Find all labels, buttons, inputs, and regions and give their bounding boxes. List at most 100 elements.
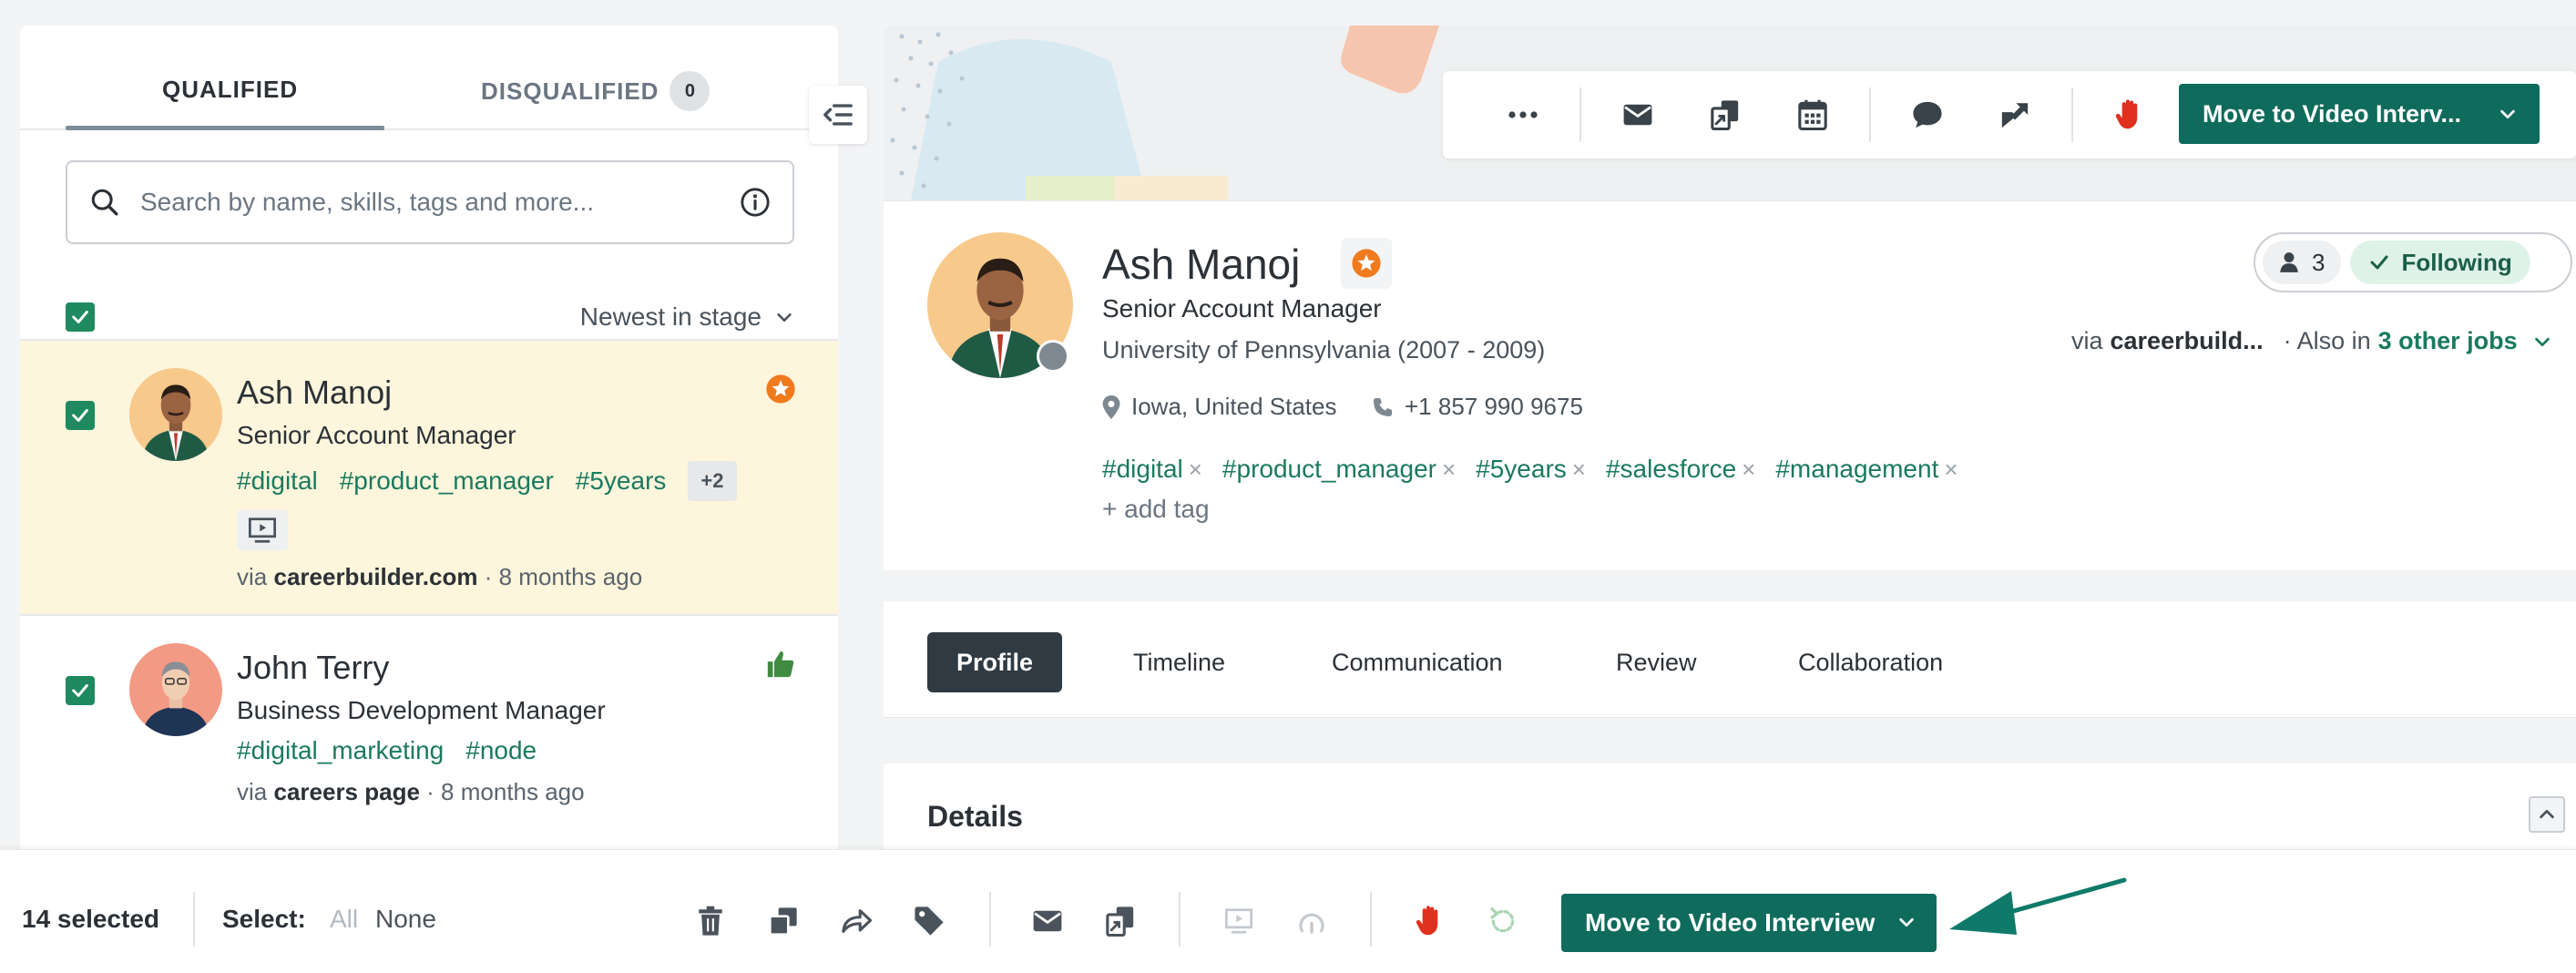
tab-disqualified-label: DISQUALIFIED xyxy=(481,77,659,105)
candidate-source: via careerbuilder.com · 8 months ago xyxy=(237,563,838,591)
bar-divider xyxy=(193,892,195,947)
tab-review[interactable]: Review xyxy=(1616,632,1697,692)
tab-communication[interactable]: Communication xyxy=(1332,632,1503,692)
bulk-tag-button[interactable] xyxy=(904,896,955,947)
details-title: Details xyxy=(927,800,1023,833)
add-tag-button[interactable]: + add tag xyxy=(1102,495,1210,524)
collapse-panel-button[interactable] xyxy=(809,86,867,144)
tab-timeline[interactable]: Timeline xyxy=(1133,632,1225,692)
chevron-down-icon xyxy=(777,312,792,322)
location-pin-icon xyxy=(1102,394,1120,419)
remove-tag-icon[interactable]: × xyxy=(1442,456,1456,484)
more-actions-button[interactable] xyxy=(1479,87,1567,142)
phone-text: +1 857 990 9675 xyxy=(1405,393,1583,420)
sort-dropdown[interactable]: Newest in stage xyxy=(580,302,794,332)
select-none-link[interactable]: None xyxy=(375,905,436,934)
tag[interactable]: #node xyxy=(465,736,537,765)
candidate-title: Senior Account Manager xyxy=(237,421,516,449)
profile-tag[interactable]: #salesforce × xyxy=(1606,455,1755,484)
email-button[interactable] xyxy=(1594,87,1682,142)
bulk-copy-to-job-button[interactable] xyxy=(1095,896,1146,947)
remove-tag-icon[interactable]: × xyxy=(1944,456,1958,484)
bar-divider xyxy=(1179,892,1181,947)
bulk-actions-bar: 14 selected Select: All None Move to Vid… xyxy=(0,849,2576,973)
tab-qualified[interactable]: QUALIFIED xyxy=(162,76,298,104)
tab-disqualified[interactable]: DISQUALIFIED 0 xyxy=(481,71,710,111)
via-prefix: via xyxy=(237,563,268,590)
via-source: careers page xyxy=(273,778,420,805)
tag[interactable]: #5years xyxy=(576,466,667,496)
copy-icon xyxy=(1711,100,1739,130)
profile-tag[interactable]: #digital × xyxy=(1102,455,1202,484)
chevron-up-icon xyxy=(2540,809,2554,819)
disqualify-button[interactable] xyxy=(2086,87,2173,142)
chevron-down-icon[interactable] xyxy=(2532,332,2552,352)
schedule-button[interactable] xyxy=(1769,87,1856,142)
other-jobs-link[interactable]: 3 other jobs xyxy=(2378,327,2518,355)
tag-label: #salesforce xyxy=(1605,455,1737,483)
chevron-down-icon[interactable] xyxy=(2498,104,2518,124)
tag-label: #5years xyxy=(1476,455,1567,483)
candidate-tags: #digital_marketing #node xyxy=(237,736,838,765)
also-in-label: · Also in xyxy=(2283,327,2371,354)
tab-collaboration[interactable]: Collaboration xyxy=(1798,632,1943,692)
bulk-forward-button[interactable] xyxy=(831,896,882,947)
copy-to-job-button[interactable] xyxy=(1682,87,1769,142)
move-stage-button[interactable]: Move to Video Interv... xyxy=(2179,84,2540,144)
candidate-list-panel: QUALIFIED DISQUALIFIED 0 Newest in stage xyxy=(20,26,838,856)
stage-tabs: QUALIFIED DISQUALIFIED 0 xyxy=(20,26,838,130)
profile-tag[interactable]: #5years × xyxy=(1476,455,1586,484)
profile-tag[interactable]: #product_manager × xyxy=(1222,455,1456,484)
source-badge-icon xyxy=(1037,340,1069,373)
move-stage-label: Move to Video Interv... xyxy=(2203,99,2462,128)
tag[interactable]: #digital xyxy=(237,466,318,496)
info-icon[interactable] xyxy=(740,187,771,218)
gauge-icon xyxy=(1299,913,1324,934)
comment-button[interactable] xyxy=(1884,87,1971,142)
bulk-move-stage-button[interactable]: Move to Video Interview xyxy=(1561,894,1937,952)
profile-tag[interactable]: #management × xyxy=(1775,455,1958,484)
select-label: Select: xyxy=(222,905,306,933)
candidate-card[interactable]: Ash Manoj Senior Account Manager #digita… xyxy=(20,339,838,614)
tag[interactable]: #product_manager xyxy=(340,466,554,496)
stop-hand-icon xyxy=(2115,99,2138,129)
share-button[interactable] xyxy=(1971,87,2059,142)
bulk-disqualify-button[interactable] xyxy=(1405,896,1456,947)
following-button[interactable]: Following xyxy=(2350,241,2530,284)
remove-tag-icon[interactable]: × xyxy=(1742,456,1755,484)
location-text: Iowa, United States xyxy=(1131,393,1337,420)
more-tags-badge[interactable]: +2 xyxy=(688,461,737,501)
following-label: Following xyxy=(2401,248,2512,276)
collapse-details-button[interactable] xyxy=(2529,796,2565,833)
candidate-checkbox[interactable] xyxy=(66,676,95,705)
tab-profile[interactable]: Profile xyxy=(927,632,1063,692)
candidate-card[interactable]: John Terry Business Development Manager … xyxy=(20,614,838,840)
watchers-button[interactable]: 3 xyxy=(2263,241,2342,284)
remove-tag-icon[interactable]: × xyxy=(1189,456,1202,484)
bulk-copy-button[interactable] xyxy=(758,896,809,947)
select-all-checkbox[interactable] xyxy=(66,302,95,332)
tab-active-underline xyxy=(66,126,384,130)
bulk-delete-button[interactable] xyxy=(685,896,736,947)
tag-label: #product_manager xyxy=(1222,455,1436,483)
star-button[interactable] xyxy=(1341,238,1392,289)
search-input[interactable] xyxy=(140,188,740,217)
candidate-name[interactable]: John Terry xyxy=(237,649,838,687)
avatar xyxy=(129,368,222,461)
candidate-tags: #digital #product_manager #5years +2 xyxy=(237,461,838,501)
profile-location: Iowa, United States xyxy=(1102,393,1336,421)
profile-phone[interactable]: +1 857 990 9675 xyxy=(1372,393,1583,421)
candidate-name[interactable]: Ash Manoj xyxy=(237,374,838,412)
candidate-profile-card: Ash Manoj Senior Account Manager Univers… xyxy=(884,200,2576,570)
candidate-checkbox[interactable] xyxy=(66,401,95,430)
via-time: · 8 months ago xyxy=(484,563,643,590)
chevron-down-icon[interactable] xyxy=(1896,912,1917,932)
select-all-link[interactable]: All xyxy=(330,905,358,934)
calendar-icon xyxy=(1798,99,1827,130)
collapse-left-icon xyxy=(823,104,853,126)
remove-tag-icon[interactable]: × xyxy=(1572,456,1586,484)
bulk-email-button[interactable] xyxy=(1022,896,1073,947)
video-icon xyxy=(249,517,276,543)
trash-icon xyxy=(699,906,722,936)
tag[interactable]: #digital_marketing xyxy=(237,736,444,765)
